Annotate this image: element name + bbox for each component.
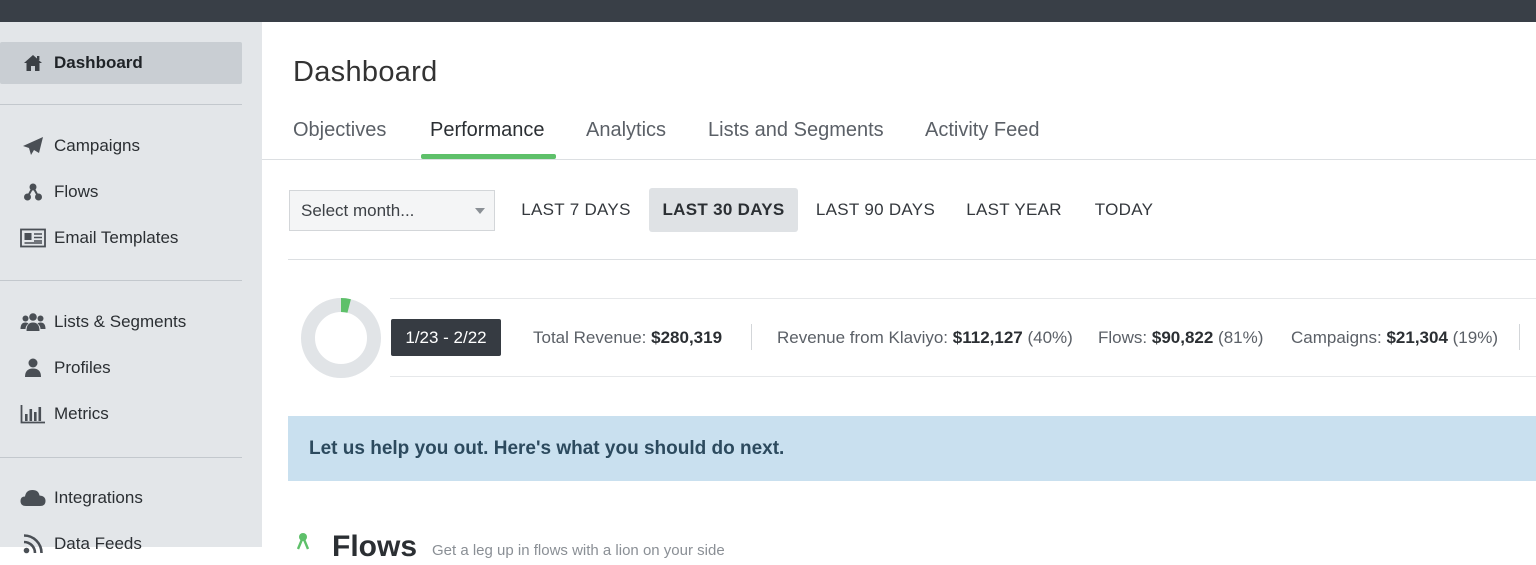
sidebar-divider (0, 280, 242, 281)
date-range-badge: 1/23 - 2/22 (391, 319, 501, 356)
stat-label: Revenue from Klaviyo: (777, 328, 949, 347)
sidebar-item-label: Lists & Segments (54, 312, 187, 331)
top-bar (0, 0, 1536, 22)
stat-value: $90,822 (1151, 328, 1214, 347)
tab-objectives[interactable]: Objectives (293, 119, 386, 142)
sidebar-item-label: Metrics (54, 404, 109, 423)
month-select[interactable]: Select month... (289, 190, 495, 231)
sidebar-item-dashboard[interactable]: Dashboard (0, 42, 242, 84)
flows-revenue-stat: Flows: $90,822 (81%) (1098, 328, 1263, 348)
sidebar-divider (0, 104, 242, 105)
tab-analytics[interactable]: Analytics (586, 119, 666, 142)
bar-chart-icon (20, 404, 46, 424)
page-title: Dashboard (293, 56, 438, 88)
flows-section-heading: Flows (332, 530, 418, 563)
sidebar-item-campaigns[interactable]: Campaigns (0, 125, 242, 167)
sidebar-item-data-feeds[interactable]: Data Feeds (0, 523, 242, 565)
sidebar-item-lists-segments[interactable]: Lists & Segments (0, 301, 242, 343)
sidebar-item-integrations[interactable]: Integrations (0, 477, 242, 519)
sidebar-item-metrics[interactable]: Metrics (0, 393, 242, 435)
stat-value: $280,319 (651, 328, 723, 347)
sidebar-item-label: Email Templates (54, 228, 179, 247)
stat-divider (1519, 324, 1520, 350)
range-last-30-days-button[interactable]: LAST 30 DAYS (649, 188, 798, 232)
active-tab-indicator (421, 154, 556, 159)
stat-label: Total Revenue: (533, 328, 647, 347)
range-today-button[interactable]: TODAY (1086, 188, 1162, 232)
total-revenue-stat: Total Revenue: $280,319 (533, 328, 722, 348)
stat-label: Flows: (1098, 328, 1148, 347)
tab-bar: Objectives Performance Analytics Lists a… (262, 110, 1536, 160)
revenue-donut-chart (301, 298, 381, 378)
sidebar-item-label: Profiles (54, 358, 111, 377)
stat-percent: (19%) (1452, 328, 1498, 347)
flows-section-subtitle: Get a leg up in flows with a lion on you… (432, 542, 725, 559)
users-icon (20, 312, 46, 332)
range-last-90-days-button[interactable]: LAST 90 DAYS (807, 188, 944, 232)
paper-plane-icon (20, 136, 46, 156)
klaviyo-revenue-stat: Revenue from Klaviyo: $112,127 (40%) (777, 328, 1073, 348)
stat-value: $112,127 (952, 328, 1023, 347)
home-icon (20, 54, 46, 72)
sidebar-item-label: Dashboard (54, 53, 143, 72)
stat-percent: (81%) (1218, 328, 1264, 347)
caret-down-icon (475, 208, 485, 214)
sidebar-item-label: Integrations (54, 488, 143, 507)
main-content: Dashboard Objectives Performance Analyti… (262, 22, 1536, 563)
tab-activity-feed[interactable]: Activity Feed (925, 119, 1039, 142)
tab-performance[interactable]: Performance (430, 119, 545, 142)
rss-icon (20, 534, 46, 554)
sidebar-item-flows[interactable]: Flows (0, 171, 242, 213)
newspaper-icon (20, 228, 46, 248)
sidebar-divider (0, 457, 242, 458)
stat-label: Campaigns: (1291, 328, 1382, 347)
user-icon (20, 358, 46, 378)
range-last-7-days-button[interactable]: LAST 7 DAYS (512, 188, 640, 232)
stat-divider (751, 324, 752, 350)
donut-track (301, 298, 381, 378)
tab-lists-and-segments[interactable]: Lists and Segments (708, 119, 884, 142)
flow-icon (296, 532, 310, 557)
range-last-year-button[interactable]: LAST YEAR (957, 188, 1071, 232)
stat-value: $21,304 (1386, 328, 1448, 347)
sidebar-item-label: Flows (54, 182, 99, 201)
flow-icon (20, 182, 46, 202)
sidebar-item-email-templates[interactable]: Email Templates (0, 217, 242, 259)
help-banner[interactable]: Let us help you out. Here's what you sho… (288, 416, 1536, 481)
stat-percent: (40%) (1027, 328, 1073, 347)
campaigns-revenue-stat: Campaigns: $21,304 (19%) (1291, 328, 1498, 348)
cloud-icon (20, 489, 46, 507)
sidebar-item-label: Data Feeds (54, 534, 142, 553)
month-select-value: Select month... (301, 200, 415, 220)
sidebar-item-label: Campaigns (54, 136, 140, 155)
filter-divider (288, 259, 1536, 260)
sidebar-item-profiles[interactable]: Profiles (0, 347, 242, 389)
sidebar: Dashboard Campaigns Flows Email Template… (0, 22, 262, 554)
